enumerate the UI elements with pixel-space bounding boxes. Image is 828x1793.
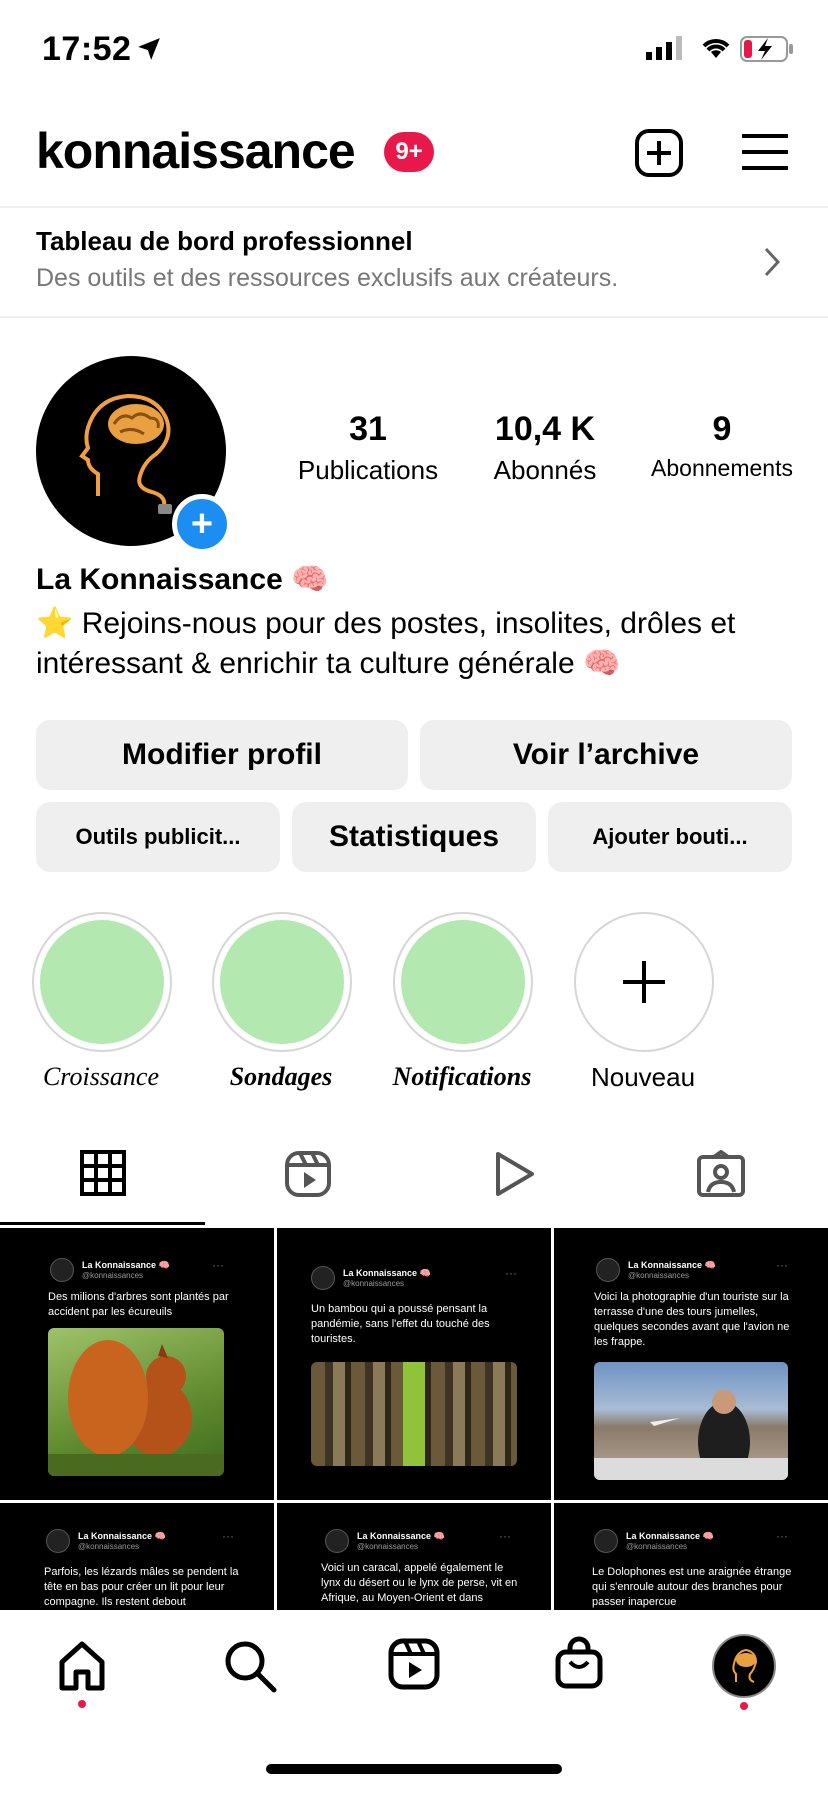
wifi-icon: [700, 34, 732, 65]
tagged-person-icon: [697, 1149, 745, 1197]
more-icon: ···: [776, 1258, 788, 1272]
highlight-label: Croissance: [42, 1062, 160, 1091]
post-author: La Konnaissance 🧠: [78, 1531, 166, 1541]
home-activity-dot: [78, 1700, 86, 1708]
avatar: [50, 1258, 74, 1282]
ad-tools-button[interactable]: Outils publicit...: [36, 802, 280, 872]
highlight-label: Sondages: [229, 1062, 333, 1091]
location-arrow-icon: [136, 36, 162, 67]
chevron-right-icon: [762, 246, 782, 283]
avatar: [596, 1258, 620, 1282]
highlight-croissance[interactable]: [32, 912, 172, 1052]
profile-activity-dot: [740, 1702, 748, 1710]
post-thumbnail[interactable]: La Konnaissance 🧠 @konnaissances ··· Le D…: [554, 1503, 828, 1610]
followers-count: 10,4 K: [494, 410, 596, 448]
post-handle: @konnaissances: [78, 1542, 140, 1551]
stat-posts[interactable]: 31 Publications: [278, 410, 458, 486]
post-thumbnail[interactable]: La Konnaissance 🧠 @konnaissances ··· Un b…: [277, 1228, 551, 1500]
tab-reels[interactable]: [284, 1150, 332, 1203]
divider: [0, 316, 828, 318]
profile-nav-avatar[interactable]: [712, 1634, 776, 1698]
post-author: La Konnaissance 🧠: [626, 1531, 714, 1541]
add-shop-button[interactable]: Ajouter bouti...: [548, 802, 792, 872]
search-icon[interactable]: [222, 1638, 278, 1699]
post-author: La Konnaissance 🧠: [343, 1268, 431, 1278]
tab-grid[interactable]: [80, 1150, 126, 1201]
avatar: [46, 1529, 70, 1553]
post-author: La Konnaissance 🧠: [82, 1260, 170, 1270]
more-icon: ···: [222, 1529, 234, 1543]
avatar: [594, 1529, 618, 1553]
profile-bio: ⭐ Rejoins-nous pour des postes, insolite…: [36, 607, 736, 680]
view-archive-button[interactable]: Voir l’archive: [420, 720, 792, 790]
more-icon: ···: [776, 1529, 788, 1543]
add-story-button[interactable]: +: [172, 494, 232, 554]
avatar: [325, 1529, 349, 1553]
post-handle: @konnaissances: [628, 1271, 690, 1280]
home-indicator: [266, 1764, 562, 1774]
post-text: Des milions d'arbres sont plantés par ac…: [48, 1291, 229, 1318]
following-label: Abonnements: [651, 455, 793, 481]
new-highlight-button[interactable]: [574, 912, 714, 1052]
home-icon[interactable]: [56, 1640, 108, 1697]
post-author: La Konnaissance 🧠: [628, 1260, 716, 1270]
more-icon: ···: [505, 1266, 517, 1280]
dashboard-title: Tableau de bord professionnel: [36, 226, 413, 256]
post-text: Parfois, les lézards mâles se pendent la…: [44, 1566, 239, 1608]
post-text: Voici la photographie d'un touriste sur …: [594, 1291, 790, 1348]
post-text: Voici un caracal, appelé également le ly…: [321, 1562, 518, 1604]
create-post-button[interactable]: [634, 128, 684, 183]
post-thumbnail[interactable]: La Konnaissance 🧠 @konnaissances ··· Voic…: [554, 1228, 828, 1500]
edit-profile-button[interactable]: Modifier profil: [36, 720, 408, 790]
tab-videos[interactable]: [492, 1150, 536, 1203]
post-thumbnail[interactable]: La Konnaissance 🧠 @konnaissances ··· Des …: [0, 1228, 274, 1500]
cellular-signal-icon: [646, 36, 686, 65]
professional-dashboard-link[interactable]: [0, 208, 828, 316]
post-author: La Konnaissance 🧠: [357, 1531, 445, 1541]
tourist-photo-image: [594, 1362, 788, 1480]
brain-logo-icon: [732, 1648, 758, 1683]
post-text: Le Dolophones est une araignée étrange q…: [592, 1566, 792, 1608]
reels-nav-icon[interactable]: [388, 1638, 440, 1695]
highlight-label: Nouveau: [590, 1062, 696, 1092]
avatar: [311, 1266, 335, 1290]
profile-username[interactable]: konnaissance: [36, 122, 356, 180]
more-icon: ···: [499, 1529, 511, 1543]
grid-icon: [80, 1150, 126, 1196]
posts-count: 31: [349, 410, 387, 448]
active-tab-indicator: [0, 1222, 205, 1225]
post-handle: @konnaissances: [626, 1542, 688, 1551]
hamburger-menu-icon[interactable]: [742, 132, 788, 177]
highlight-notifications[interactable]: [393, 912, 533, 1052]
plus-icon: [623, 961, 665, 1003]
followers-label: Abonnés: [493, 455, 597, 485]
notification-badge[interactable]: 9+: [384, 132, 434, 172]
battery-charging-icon: [740, 36, 794, 67]
posts-label: Publications: [297, 455, 439, 485]
insights-button[interactable]: Statistiques: [292, 802, 536, 872]
post-handle: @konnaissances: [82, 1271, 144, 1280]
post-thumbnail[interactable]: La Konnaissance 🧠 @konnaissances ··· Parf…: [0, 1503, 274, 1610]
post-thumbnail[interactable]: La Konnaissance 🧠 @konnaissances ··· Voic…: [277, 1503, 551, 1610]
display-name: La Konnaissance 🧠: [36, 563, 329, 596]
post-handle: @konnaissances: [343, 1279, 405, 1288]
shop-icon[interactable]: [554, 1636, 604, 1695]
stat-following[interactable]: 9 Abonnements: [632, 410, 812, 482]
post-text: Un bambou qui a poussé pensant la pandém…: [311, 1303, 490, 1345]
post-handle: @konnaissances: [357, 1542, 419, 1551]
tab-tagged[interactable]: [696, 1149, 746, 1203]
bamboo-image: [311, 1362, 517, 1466]
stat-followers[interactable]: 10,4 K Abonnés: [455, 410, 635, 486]
dashboard-subtitle: Des outils et des ressources exclusifs a…: [36, 264, 619, 292]
highlight-sondages[interactable]: [212, 912, 352, 1052]
more-icon: ···: [212, 1258, 224, 1272]
play-icon: [496, 1152, 534, 1196]
status-time: 17:52: [42, 30, 132, 68]
reels-icon: [285, 1151, 331, 1197]
highlight-label: Notifications: [392, 1062, 532, 1091]
following-count: 9: [712, 410, 732, 448]
squirrel-image: [48, 1328, 224, 1476]
